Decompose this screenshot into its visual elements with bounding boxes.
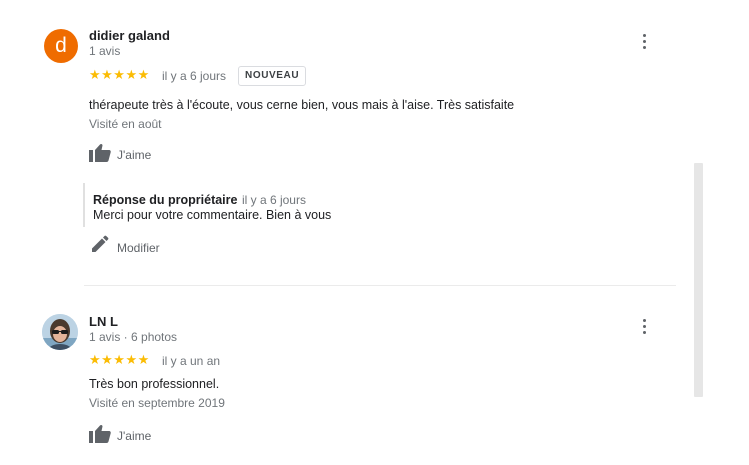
- like-button[interactable]: J'aime: [88, 424, 168, 446]
- new-badge: NOUVEAU: [238, 66, 307, 86]
- avatar-photo-icon: [42, 314, 78, 350]
- review-time: il y a un an: [162, 354, 221, 368]
- visit-date: Visité en août: [89, 117, 162, 131]
- reviewer-name[interactable]: LN L: [89, 314, 118, 329]
- reviewer-name[interactable]: didier galand: [89, 28, 170, 43]
- edit-reply-button[interactable]: Modifier: [89, 235, 179, 257]
- pencil-icon: [92, 235, 109, 252]
- reply-divider: [83, 183, 85, 227]
- more-vert-icon[interactable]: [639, 34, 649, 52]
- like-label: J'aime: [117, 148, 152, 162]
- review-divider: [84, 285, 676, 286]
- review-time: il y a 6 jours: [162, 69, 227, 83]
- review-text: Très bon professionnel.: [89, 377, 220, 391]
- reviewer-meta: 1 avis · 6 photos: [89, 330, 178, 344]
- review-text: thérapeute très à l'écoute, vous cerne b…: [89, 98, 515, 112]
- visit-date: Visité en septembre 2019: [89, 396, 225, 410]
- like-label: J'aime: [117, 429, 152, 443]
- edit-label: Modifier: [117, 241, 160, 255]
- scrollbar-thumb[interactable]: [694, 163, 703, 397]
- owner-reply-header: Réponse du propriétaire il y a 6 jours: [93, 191, 306, 209]
- owner-reply-time: il y a 6 jours: [241, 193, 306, 207]
- thumb-up-icon: [89, 143, 111, 162]
- star-rating: ★★★★★: [89, 67, 150, 82]
- star-rating: ★★★★★: [89, 352, 150, 367]
- reviewer-avatar[interactable]: d: [44, 29, 78, 63]
- thumb-up-icon: [89, 424, 111, 443]
- reviewer-avatar[interactable]: [42, 314, 78, 350]
- reviewer-meta: 1 avis: [89, 44, 121, 58]
- owner-reply-text: Merci pour votre commentaire. Bien à vou…: [93, 208, 332, 222]
- owner-reply-label: Réponse du propriétaire: [93, 193, 238, 207]
- more-vert-icon[interactable]: [639, 319, 649, 337]
- like-button[interactable]: J'aime: [88, 143, 168, 165]
